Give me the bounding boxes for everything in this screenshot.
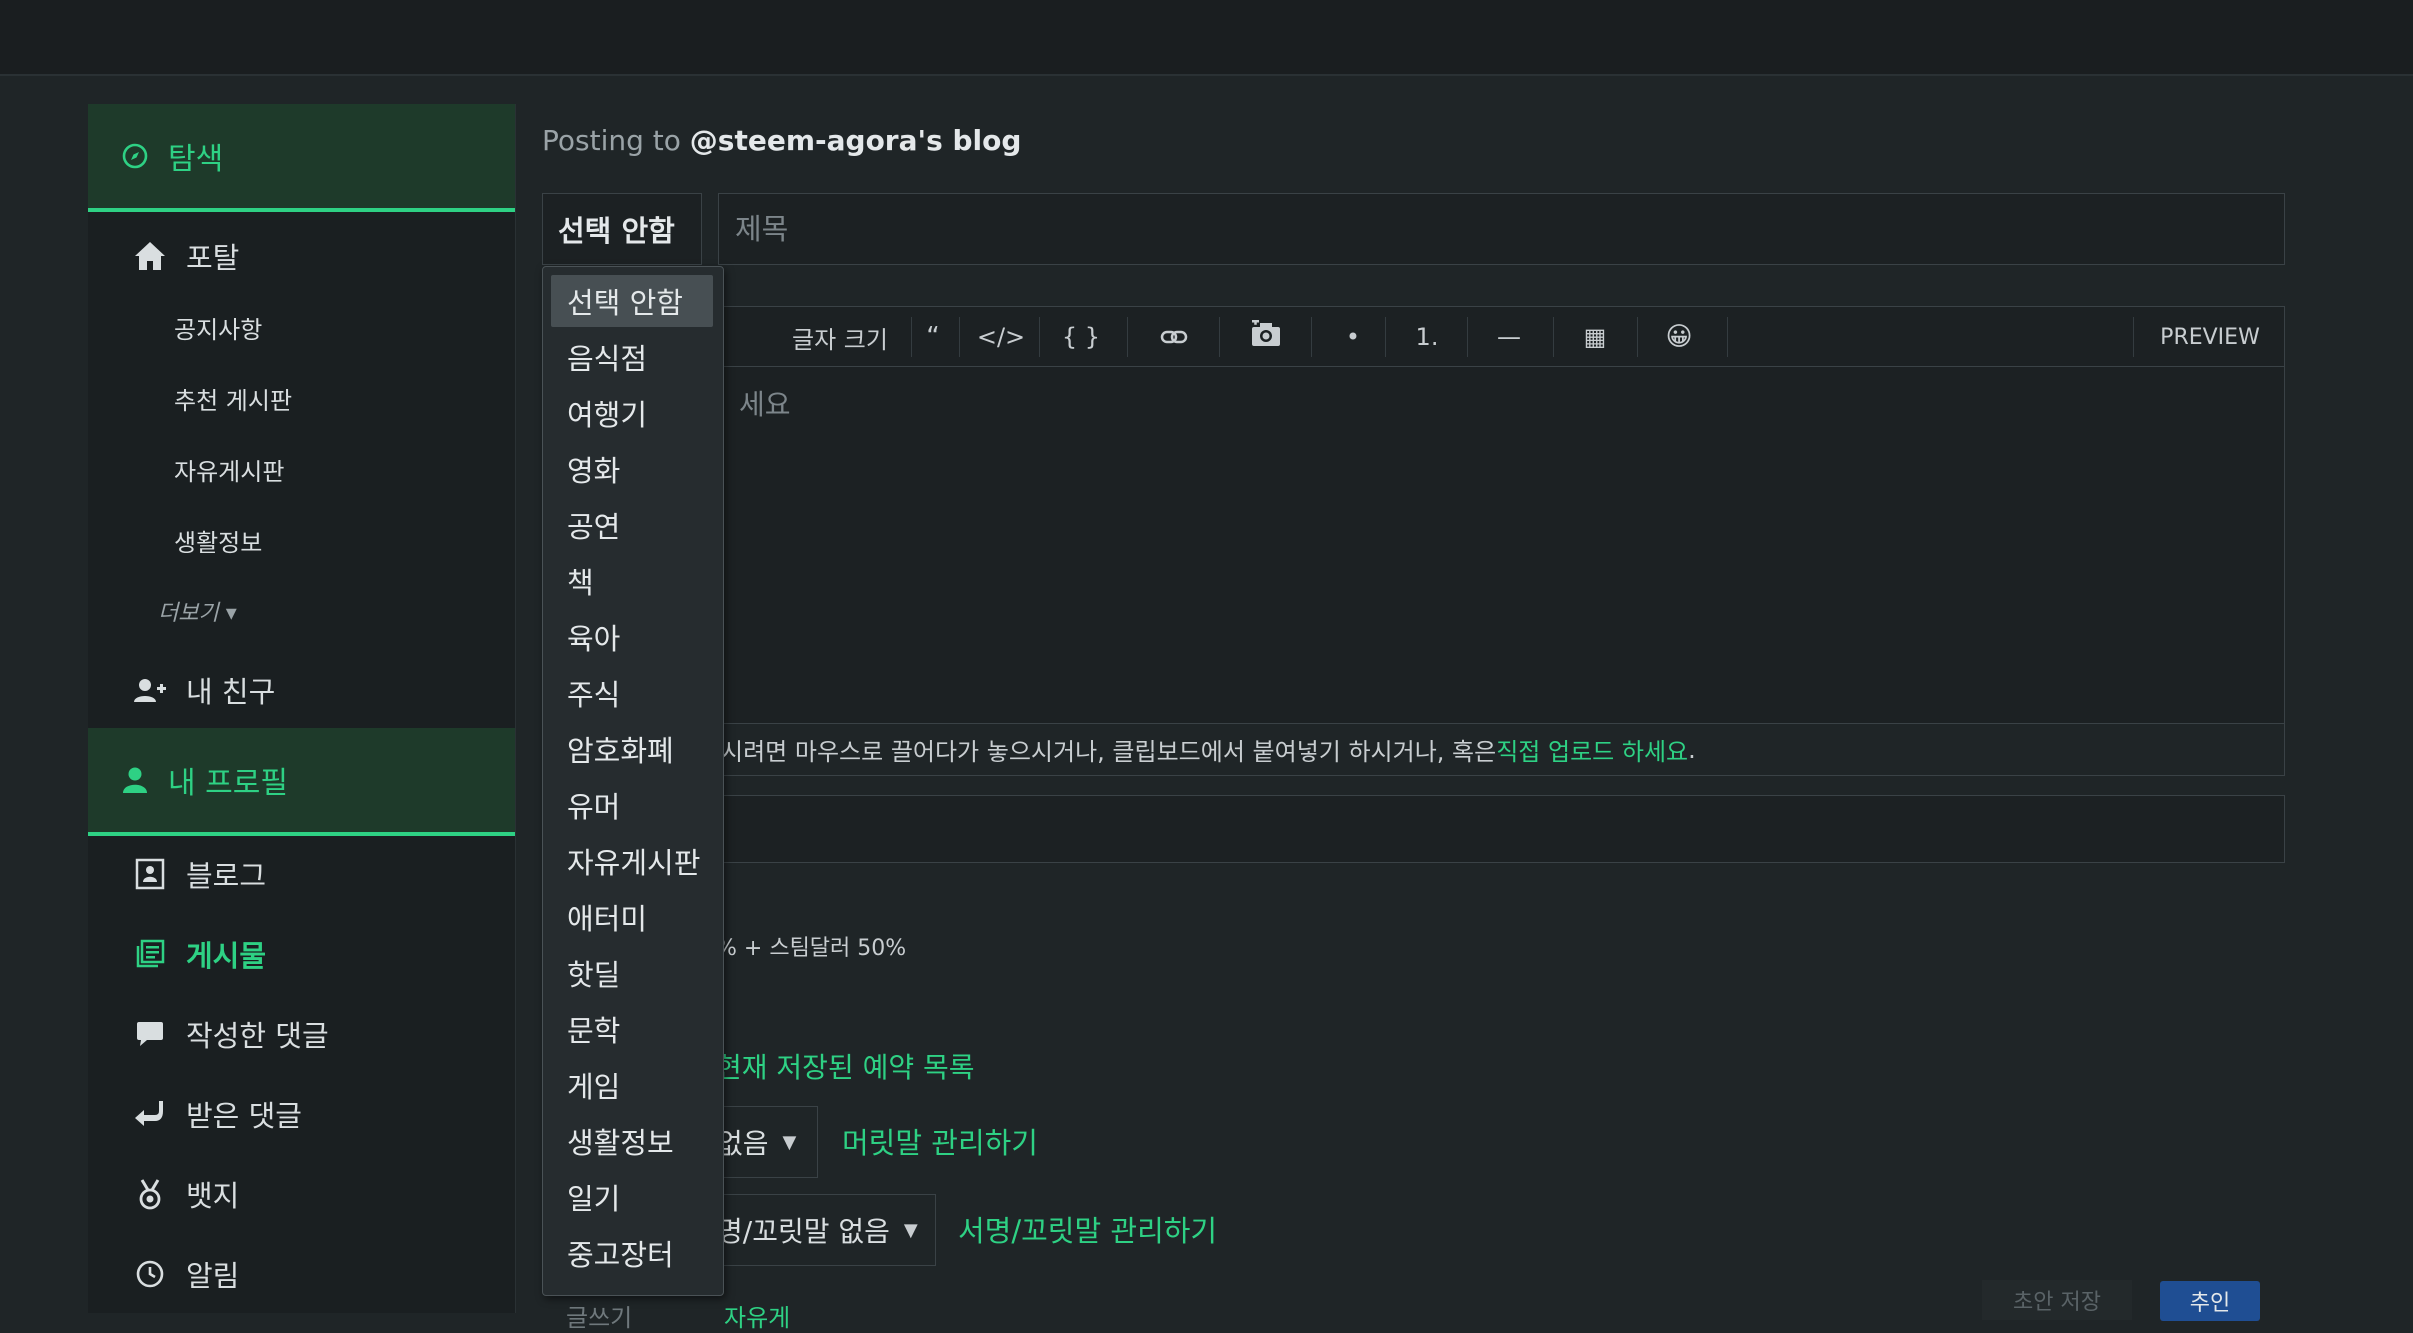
dropdown-option[interactable]: 암호화폐 — [551, 723, 713, 775]
editor-toolbar: 글자 크기 “ </> { } • 1. — ▦ 😀 PREVIEW — [718, 306, 2285, 366]
sidebar-header-profile[interactable]: 내 프로필 — [88, 728, 515, 836]
category-select[interactable]: 선택 안함 — [542, 193, 702, 265]
link-button[interactable] — [1129, 307, 1219, 367]
posts-icon — [132, 936, 168, 972]
clock-icon — [132, 1256, 168, 1292]
emoji-button[interactable]: 😀 — [1639, 307, 1719, 367]
submit-button[interactable]: 추인 — [2160, 1281, 2260, 1321]
upload-hint: 시려면 마우스로 끌어다가 놓으시거나, 클립보드에서 붙여넣기 하시거나, 혹… — [718, 724, 2285, 776]
sidebar-header-label: 내 프로필 — [168, 766, 288, 801]
image-button[interactable] — [1221, 307, 1311, 367]
upload-hint-end: . — [1688, 735, 1696, 764]
chevron-down-icon: ▼ — [782, 1131, 797, 1153]
dropdown-option[interactable]: 자유게시판 — [551, 835, 713, 887]
sidebar-item-label: 포탈 — [186, 241, 240, 275]
code-block-button[interactable]: { } — [1041, 307, 1121, 367]
sidebar-subitem-notice[interactable]: 공지사항 — [174, 310, 262, 345]
sidebar-subitem-free-board[interactable]: 자유게시판 — [174, 452, 284, 487]
sidebar-item-friends[interactable]: 내 친구 — [88, 662, 515, 718]
category-select-value: 선택 안함 — [558, 214, 675, 248]
signature-select-value: 명/꼬릿말 없음 — [717, 1215, 890, 1248]
sidebar-subitem-recommended[interactable]: 추천 게시판 — [174, 381, 292, 416]
posting-prefix: Posting to — [542, 124, 690, 157]
camera-icon — [1250, 317, 1282, 354]
dropdown-option[interactable]: 영화 — [551, 443, 713, 495]
scheduled-list-link[interactable]: 현재 저장된 예약 목록 — [716, 1046, 975, 1086]
reply-icon — [132, 1096, 168, 1132]
sidebar-item-label: 내 친구 — [186, 675, 276, 709]
preview-button[interactable]: PREVIEW — [2135, 307, 2285, 367]
dropdown-option[interactable]: 육아 — [551, 611, 713, 663]
dropdown-option[interactable]: 책 — [551, 555, 713, 607]
sidebar-item-posts[interactable]: 게시물 — [88, 926, 515, 982]
dropdown-option[interactable]: 선택 안함 — [551, 275, 713, 327]
save-draft-button[interactable]: 초안 저장 — [1982, 1280, 2132, 1320]
posting-target: Posting to @steem-agora's blog — [542, 124, 1021, 157]
sidebar-item-replies[interactable]: 받은 댓글 — [88, 1086, 515, 1142]
dropdown-option[interactable]: 애터미 — [551, 891, 713, 943]
bottom-label-left: 글쓰기 — [566, 1304, 633, 1332]
sidebar-item-blog[interactable]: 블로그 — [88, 846, 515, 902]
sidebar-item-label: 작성한 댓글 — [186, 1019, 329, 1053]
numbered-list-button[interactable]: 1. — [1387, 307, 1467, 367]
user-icon — [118, 763, 152, 797]
dropdown-option[interactable]: 문학 — [551, 1003, 713, 1055]
sidebar-item-notifications[interactable]: 알림 — [88, 1246, 515, 1302]
posting-blog-name: @steem-agora's blog — [689, 124, 1022, 157]
dropdown-option[interactable]: 중고장터 — [551, 1227, 713, 1279]
table-button[interactable]: ▦ — [1555, 307, 1635, 367]
header-select-value: 없음 — [717, 1127, 769, 1160]
sidebar-item-label: 게시물 — [186, 939, 267, 973]
sidebar-item-label: 받은 댓글 — [186, 1099, 302, 1133]
comment-icon — [132, 1016, 168, 1052]
chevron-down-icon: ▼ — [903, 1219, 918, 1241]
sidebar-item-label: 블로그 — [186, 859, 267, 893]
dropdown-option[interactable]: 게임 — [551, 1059, 713, 1111]
sidebar: 탐색 포탈 공지사항 추천 게시판 자유게시판 생활정보 더보기 ▾ 내 친구 … — [88, 104, 516, 1313]
dropdown-option[interactable]: 생활정보 — [551, 1115, 713, 1167]
quote-button[interactable]: “ — [913, 307, 953, 367]
compass-icon — [118, 139, 152, 173]
sidebar-subitem-life-info[interactable]: 생활정보 — [174, 523, 262, 558]
link-icon — [1160, 323, 1188, 351]
body-editor[interactable] — [718, 366, 2285, 724]
home-icon — [132, 238, 168, 274]
dropdown-option[interactable]: 여행기 — [551, 387, 713, 439]
dropdown-option[interactable]: 주식 — [551, 667, 713, 719]
tags-input[interactable] — [718, 795, 2285, 863]
sidebar-header-explore[interactable]: 탐색 — [88, 104, 515, 212]
sidebar-item-badges[interactable]: 뱃지 — [88, 1166, 515, 1222]
category-dropdown: 선택 안함 음식점 여행기 영화 공연 책 육아 주식 암호화폐 유머 자유게시… — [542, 266, 724, 1296]
signature-manage-link[interactable]: 서명/꼬릿말 관리하기 — [958, 1208, 1217, 1250]
dropdown-option[interactable]: 유머 — [551, 779, 713, 831]
dropdown-option[interactable]: 일기 — [551, 1171, 713, 1223]
sidebar-item-my-comments[interactable]: 작성한 댓글 — [88, 1006, 515, 1062]
font-size-button[interactable]: 글자 크기 — [775, 307, 905, 367]
blog-icon — [132, 856, 168, 892]
top-bar — [0, 0, 2413, 76]
upload-link[interactable]: 직접 업로드 하세요 — [1496, 732, 1688, 767]
header-manage-link[interactable]: 머릿말 관리하기 — [842, 1120, 1038, 1162]
bottom-label-mid[interactable]: 자유게 — [724, 1298, 790, 1333]
title-input[interactable] — [718, 193, 2285, 265]
dropdown-option[interactable]: 음식점 — [551, 331, 713, 383]
sidebar-item-portal[interactable]: 포탈 — [88, 228, 515, 284]
horizontal-rule-button[interactable]: — — [1469, 307, 1549, 367]
sidebar-item-label: 뱃지 — [186, 1179, 240, 1213]
sidebar-header-label: 탐색 — [168, 142, 224, 177]
code-button[interactable]: </> — [961, 307, 1041, 367]
header-select[interactable]: 없음 ▼ — [716, 1106, 818, 1178]
bullet-list-button[interactable]: • — [1313, 307, 1393, 367]
dropdown-option[interactable]: 핫딜 — [551, 947, 713, 999]
reward-setting: % + 스팀달러 50% — [716, 936, 907, 961]
friends-icon — [132, 672, 168, 708]
sidebar-item-label: 알림 — [186, 1259, 240, 1293]
signature-select[interactable]: 명/꼬릿말 없음 ▼ — [716, 1194, 936, 1266]
dropdown-option[interactable]: 공연 — [551, 499, 713, 551]
upload-hint-text: 시려면 마우스로 끌어다가 놓으시거나, 클립보드에서 붙여넣기 하시거나, 혹… — [721, 738, 1497, 766]
medal-icon — [132, 1176, 168, 1212]
sidebar-more-toggle[interactable]: 더보기 ▾ — [158, 595, 237, 627]
